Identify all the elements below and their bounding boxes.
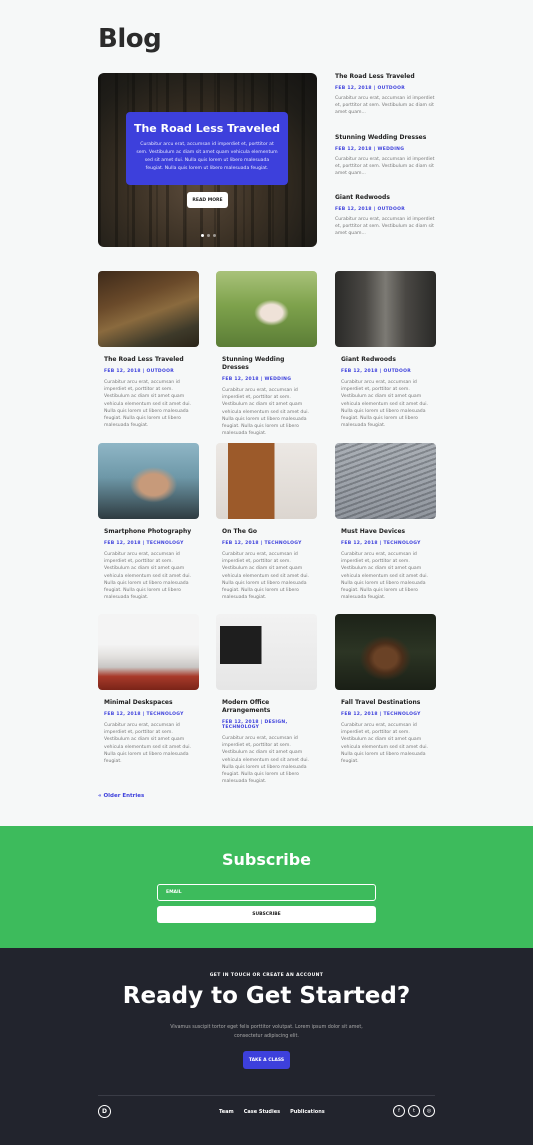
footer-link-case-studies[interactable]: Case Studies bbox=[244, 1109, 280, 1115]
side-post: Giant Redwoods FEB 12, 2018 | OUTDOOR Cu… bbox=[335, 194, 435, 238]
post-excerpt: Curabitur arcu erat, accumsan id imperdi… bbox=[104, 380, 191, 429]
post-thumbnail[interactable] bbox=[98, 271, 199, 347]
side-post: The Road Less Traveled FEB 12, 2018 | OU… bbox=[335, 73, 435, 117]
footer-eyebrow: GET IN TOUCH OR CREATE AN ACCOUNT bbox=[209, 973, 324, 978]
footer-divider bbox=[98, 1095, 435, 1096]
slider-dot[interactable] bbox=[207, 234, 210, 237]
featured-slider[interactable]: The Road Less Traveled Curabitur arcu er… bbox=[98, 73, 317, 247]
post-thumbnail[interactable] bbox=[98, 443, 199, 519]
social-links: f t ◎ bbox=[393, 1105, 435, 1117]
post-card: Minimal Deskspaces FEB 12, 2018 | TECHNO… bbox=[98, 614, 199, 765]
post-card: Must Have Devices FEB 12, 2018 | TECHNOL… bbox=[335, 443, 436, 601]
subscribe-title: Subscribe bbox=[221, 850, 312, 869]
post-card: Smartphone Photography FEB 12, 2018 | TE… bbox=[98, 443, 199, 601]
slide-text: Curabitur arcu erat, accumsan id imperdi… bbox=[136, 142, 278, 171]
side-post-meta[interactable]: FEB 12, 2018 | OUTDOOR bbox=[335, 86, 435, 91]
older-entries-link[interactable]: « Older Entries bbox=[98, 793, 144, 799]
post-thumbnail[interactable] bbox=[98, 614, 199, 690]
post-meta[interactable]: FEB 12, 2018 | WEDDING bbox=[222, 377, 311, 382]
footer-text: Vivamus suscipit tortor eget felis portt… bbox=[170, 1025, 363, 1039]
twitter-icon[interactable]: t bbox=[408, 1105, 420, 1117]
post-meta[interactable]: FEB 12, 2018 | TECHNOLOGY bbox=[341, 541, 430, 546]
subscribe-section: Subscribe EMAIL SUBSCRIBE bbox=[0, 826, 533, 948]
slider-dot[interactable] bbox=[213, 234, 216, 237]
footer: GET IN TOUCH OR CREATE AN ACCOUNT Ready … bbox=[0, 948, 533, 1145]
post-title[interactable]: Giant Redwoods bbox=[341, 356, 430, 364]
post-thumbnail[interactable] bbox=[216, 271, 317, 347]
post-card: Modern Office Arrangements FEB 12, 2018 … bbox=[216, 614, 317, 785]
slider-dots bbox=[201, 234, 216, 237]
post-title[interactable]: Minimal Deskspaces bbox=[104, 699, 193, 707]
post-excerpt: Curabitur arcu erat, accumsan id imperdi… bbox=[104, 723, 191, 765]
post-meta[interactable]: FEB 12, 2018 | TECHNOLOGY bbox=[222, 541, 311, 546]
post-meta[interactable]: FEB 12, 2018 | OUTDOOR bbox=[341, 369, 430, 374]
footer-title: Ready to Get Started? bbox=[122, 983, 411, 1009]
side-post-meta[interactable]: FEB 12, 2018 | OUTDOOR bbox=[335, 207, 435, 212]
post-title[interactable]: Modern Office Arrangements bbox=[222, 699, 311, 715]
side-post-excerpt: Curabitur arcu erat, accumsan id imperdi… bbox=[335, 96, 435, 116]
slide-title[interactable]: The Road Less Traveled bbox=[126, 122, 288, 135]
footer-link-team[interactable]: Team bbox=[219, 1109, 234, 1115]
instagram-icon[interactable]: ◎ bbox=[423, 1105, 435, 1117]
post-card: Fall Travel Destinations FEB 12, 2018 | … bbox=[335, 614, 436, 765]
side-post-excerpt: Curabitur arcu erat, accumsan id imperdi… bbox=[335, 217, 435, 237]
post-card: On The Go FEB 12, 2018 | TECHNOLOGY Cura… bbox=[216, 443, 317, 601]
side-post-title[interactable]: Stunning Wedding Dresses bbox=[335, 134, 435, 141]
post-meta[interactable]: FEB 12, 2018 | TECHNOLOGY bbox=[341, 712, 430, 717]
page-title: Blog bbox=[98, 24, 162, 54]
read-more-button[interactable]: READ MORE bbox=[187, 192, 228, 208]
post-meta[interactable]: FEB 12, 2018 | TECHNOLOGY bbox=[104, 712, 193, 717]
post-meta[interactable]: FEB 12, 2018 | OUTDOOR bbox=[104, 369, 193, 374]
side-post-title[interactable]: Giant Redwoods bbox=[335, 194, 435, 201]
post-excerpt: Curabitur arcu erat, accumsan id imperdi… bbox=[341, 380, 428, 429]
post-title[interactable]: Smartphone Photography bbox=[104, 528, 193, 536]
post-card: Giant Redwoods FEB 12, 2018 | OUTDOOR Cu… bbox=[335, 271, 436, 429]
slider-dot[interactable] bbox=[201, 234, 204, 237]
post-meta[interactable]: FEB 12, 2018 | TECHNOLOGY bbox=[104, 541, 193, 546]
post-excerpt: Curabitur arcu erat, accumsan id imperdi… bbox=[222, 736, 309, 785]
post-thumbnail[interactable] bbox=[335, 614, 436, 690]
post-meta[interactable]: FEB 12, 2018 | DESIGN, TECHNOLOGY bbox=[222, 720, 311, 730]
post-title[interactable]: Fall Travel Destinations bbox=[341, 699, 430, 707]
post-card: The Road Less Traveled FEB 12, 2018 | OU… bbox=[98, 271, 199, 429]
post-thumbnail[interactable] bbox=[216, 443, 317, 519]
side-post-title[interactable]: The Road Less Traveled bbox=[335, 73, 435, 80]
post-excerpt: Curabitur arcu erat, accumsan id imperdi… bbox=[104, 552, 191, 601]
take-a-class-button[interactable]: TAKE A CLASS bbox=[243, 1051, 290, 1069]
slide-caption: The Road Less Traveled Curabitur arcu er… bbox=[126, 112, 288, 185]
logo[interactable]: D bbox=[98, 1105, 111, 1118]
post-title[interactable]: The Road Less Traveled bbox=[104, 356, 193, 364]
subscribe-button[interactable]: SUBSCRIBE bbox=[157, 906, 376, 923]
side-post-excerpt: Curabitur arcu erat, accumsan id imperdi… bbox=[335, 157, 435, 177]
post-excerpt: Curabitur arcu erat, accumsan id imperdi… bbox=[222, 552, 309, 601]
email-field[interactable]: EMAIL bbox=[157, 884, 376, 901]
post-title[interactable]: Stunning Wedding Dresses bbox=[222, 356, 311, 372]
footer-link-publications[interactable]: Publications bbox=[290, 1109, 325, 1115]
post-title[interactable]: On The Go bbox=[222, 528, 311, 536]
post-excerpt: Curabitur arcu erat, accumsan id imperdi… bbox=[341, 552, 428, 601]
facebook-icon[interactable]: f bbox=[393, 1105, 405, 1117]
post-title[interactable]: Must Have Devices bbox=[341, 528, 430, 536]
post-card: Stunning Wedding Dresses FEB 12, 2018 | … bbox=[216, 271, 317, 437]
post-thumbnail[interactable] bbox=[335, 271, 436, 347]
post-excerpt: Curabitur arcu erat, accumsan id imperdi… bbox=[341, 723, 428, 765]
post-thumbnail[interactable] bbox=[216, 614, 317, 690]
side-post: Stunning Wedding Dresses FEB 12, 2018 | … bbox=[335, 134, 435, 178]
footer-nav: Team Case Studies Publications bbox=[219, 1109, 325, 1115]
side-post-meta[interactable]: FEB 12, 2018 | WEDDING bbox=[335, 147, 435, 152]
post-thumbnail[interactable] bbox=[335, 443, 436, 519]
post-excerpt: Curabitur arcu erat, accumsan id imperdi… bbox=[222, 388, 309, 437]
